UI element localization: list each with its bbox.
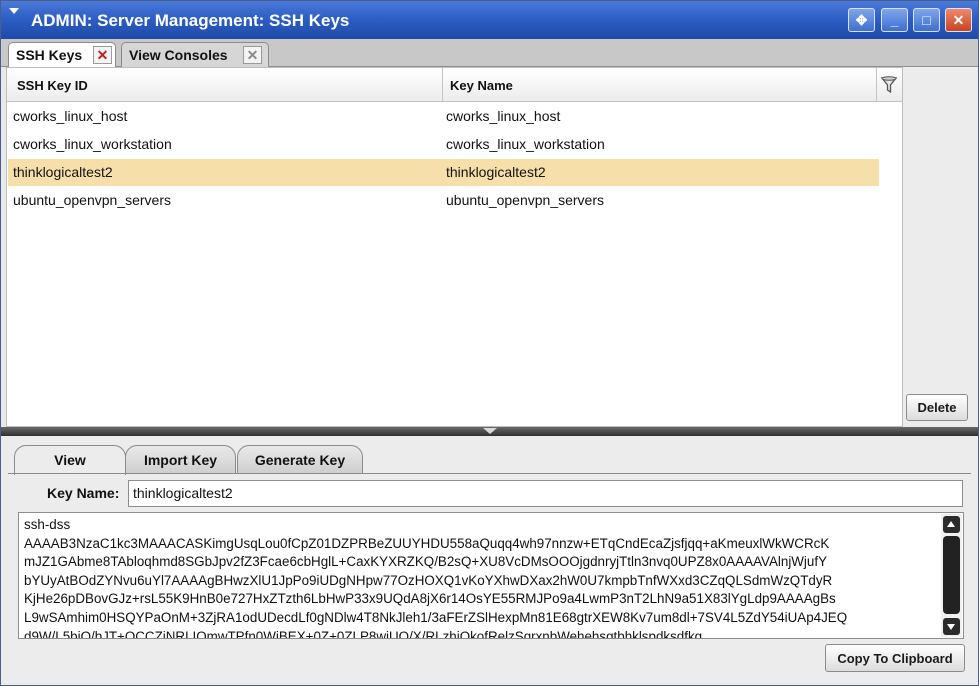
- close-tab-icon[interactable]: ✕: [243, 46, 262, 64]
- ssh-key-id-cell: cworks_linux_workstation: [13, 136, 172, 152]
- key-text-area[interactable]: ssh-dss AAAAB3NzaC1kc3MAAACASKimgUsqLou0…: [18, 512, 964, 639]
- tab-strip: SSH Keys ✕ View Consoles ✕: [1, 39, 978, 68]
- tab-view-consoles[interactable]: View Consoles ✕: [121, 42, 269, 67]
- copy-to-clipboard-button[interactable]: Copy To Clipboard: [825, 644, 965, 672]
- column-divider: [876, 68, 877, 102]
- tab-view[interactable]: View: [14, 445, 126, 475]
- scroll-down-button[interactable]: [943, 618, 960, 635]
- move-icon[interactable]: ✥: [848, 8, 875, 32]
- tab-ssh-keys[interactable]: SSH Keys ✕: [8, 42, 116, 68]
- table-actions-panel: Delete: [903, 67, 978, 427]
- up-arrow-icon: [947, 521, 955, 527]
- close-button[interactable]: ✕: [945, 8, 972, 32]
- ssh-key-id-cell: ubuntu_openvpn_servers: [13, 192, 172, 208]
- title-bar[interactable]: ADMIN: Server Management: SSH Keys ✥ _ □…: [1, 1, 978, 39]
- table-row-selected[interactable]: thinklogicaltest2 thinklogicaltest2: [8, 159, 879, 186]
- split-pane-divider[interactable]: [1, 427, 978, 436]
- filter-icon[interactable]: [880, 75, 898, 95]
- table-row[interactable]: ubuntu_openvpn_servers ubuntu_openvpn_se…: [8, 187, 879, 214]
- maximize-button[interactable]: □: [913, 8, 940, 32]
- table-header: SSH Key ID Key Name: [7, 68, 902, 102]
- ssh-key-id-cell: cworks_linux_host: [13, 108, 128, 124]
- key-name-cell: cworks_linux_host: [446, 108, 561, 124]
- tab-generate-key[interactable]: Generate Key: [237, 445, 363, 473]
- key-name-label: Key Name:: [47, 485, 120, 501]
- scroll-thumb[interactable]: [943, 536, 960, 614]
- key-name-cell: cworks_linux_workstation: [446, 136, 605, 152]
- key-name-field[interactable]: thinklogicaltest2: [128, 480, 963, 507]
- ssh-key-id-cell: thinklogicaltest2: [13, 164, 113, 180]
- close-tab-icon[interactable]: ✕: [93, 46, 112, 64]
- column-header-key-name[interactable]: Key Name: [450, 78, 513, 93]
- ssh-keys-window: ADMIN: Server Management: SSH Keys ✥ _ □…: [0, 0, 979, 686]
- key-detail-panel: View Import Key Generate Key Key Name: t…: [1, 436, 978, 685]
- key-name-cell: thinklogicaltest2: [446, 164, 546, 180]
- ssh-keys-table: SSH Key ID Key Name cworks_linux_host cw…: [6, 67, 903, 427]
- key-name-cell: ubuntu_openvpn_servers: [446, 192, 605, 208]
- tab-baseline: [8, 473, 971, 474]
- table-row[interactable]: cworks_linux_host cworks_linux_host: [8, 103, 879, 130]
- collapse-arrow-icon[interactable]: [483, 428, 497, 434]
- down-arrow-icon: [947, 624, 955, 630]
- window-menu-icon[interactable]: [9, 8, 19, 14]
- window-title: ADMIN: Server Management: SSH Keys: [31, 11, 350, 30]
- tab-ssh-keys-label: SSH Keys: [16, 47, 83, 63]
- tab-import-key[interactable]: Import Key: [125, 445, 236, 473]
- table-row[interactable]: cworks_linux_workstation cworks_linux_wo…: [8, 131, 879, 158]
- column-divider[interactable]: [442, 68, 443, 102]
- minimize-button[interactable]: _: [881, 8, 908, 32]
- tab-view-consoles-label: View Consoles: [129, 47, 228, 63]
- key-text-scrollbar[interactable]: [941, 514, 962, 637]
- delete-button[interactable]: Delete: [906, 394, 968, 421]
- column-header-ssh-key-id[interactable]: SSH Key ID: [17, 78, 88, 93]
- key-text: ssh-dss AAAAB3NzaC1kc3MAAACASKimgUsqLou0…: [24, 517, 848, 638]
- scroll-up-button[interactable]: [943, 516, 960, 533]
